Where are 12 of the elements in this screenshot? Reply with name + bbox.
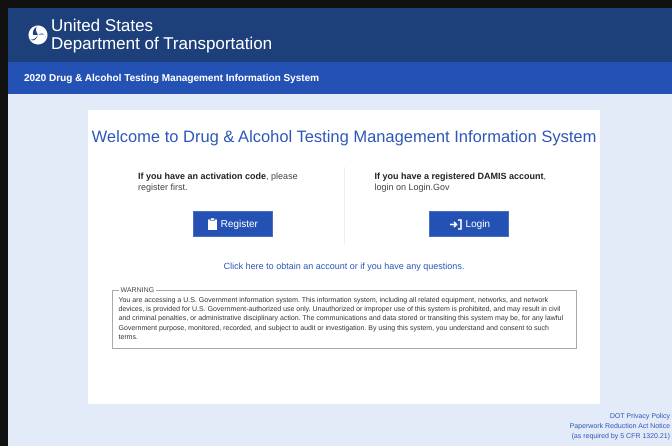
welcome-title: Welcome to Drug & Alcohol Testing Management Information System: [92, 128, 596, 147]
logo-icon: [28, 25, 48, 45]
instruction-text: If you have a registered DAMIS account, login on Login.Gov: [374, 171, 548, 194]
register-button[interactable]: Register: [192, 211, 273, 237]
agency-name: Department of Transportation: [51, 35, 272, 53]
login-button[interactable]: Login: [429, 211, 510, 237]
agency-name: United States: [51, 17, 154, 35]
system-name: 2020 Drug & Alcohol Testing Management Information System: [24, 72, 320, 84]
instruction-text: If you have an activation code, please register first.: [138, 171, 299, 194]
sign-in-icon: [448, 218, 462, 230]
help-link[interactable]: Click here to obtain an account or if you have any questions.: [224, 261, 464, 271]
clipboard-icon: [208, 218, 217, 230]
